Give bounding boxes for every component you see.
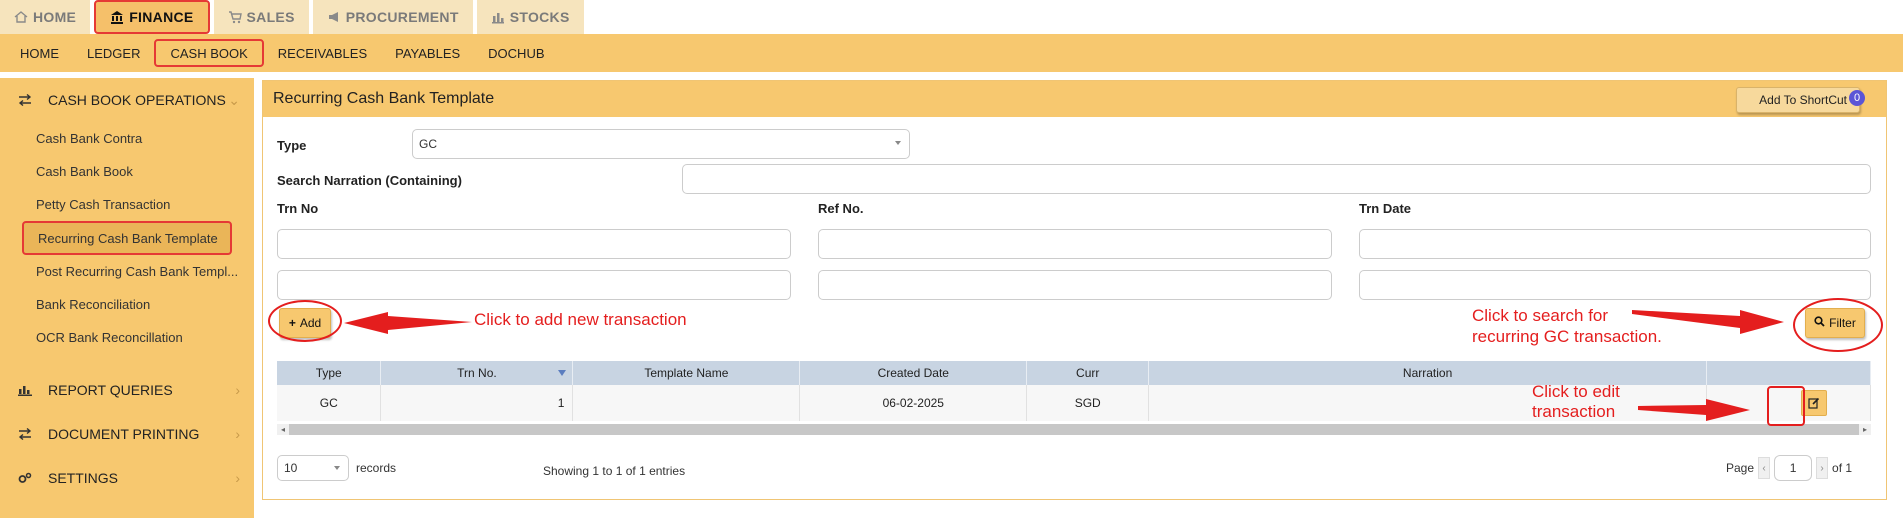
- edit-annotation-line1: Click to edit: [1532, 382, 1620, 401]
- add-annotation: Click to add new transaction: [474, 310, 687, 329]
- arrow-to-add: [344, 312, 472, 334]
- filter-annotation-line1: Click to search for: [1472, 306, 1609, 325]
- add-highlight-ring: [268, 300, 342, 342]
- edit-highlight-box: [1767, 386, 1805, 426]
- annotation-arrows: [344, 310, 1784, 421]
- filter-annotation-line2: recurring GC transaction.: [1472, 327, 1662, 346]
- arrow-to-edit: [1638, 399, 1750, 421]
- edit-annotation-line2: transaction: [1532, 402, 1616, 421]
- filter-highlight-ring: [1793, 298, 1883, 352]
